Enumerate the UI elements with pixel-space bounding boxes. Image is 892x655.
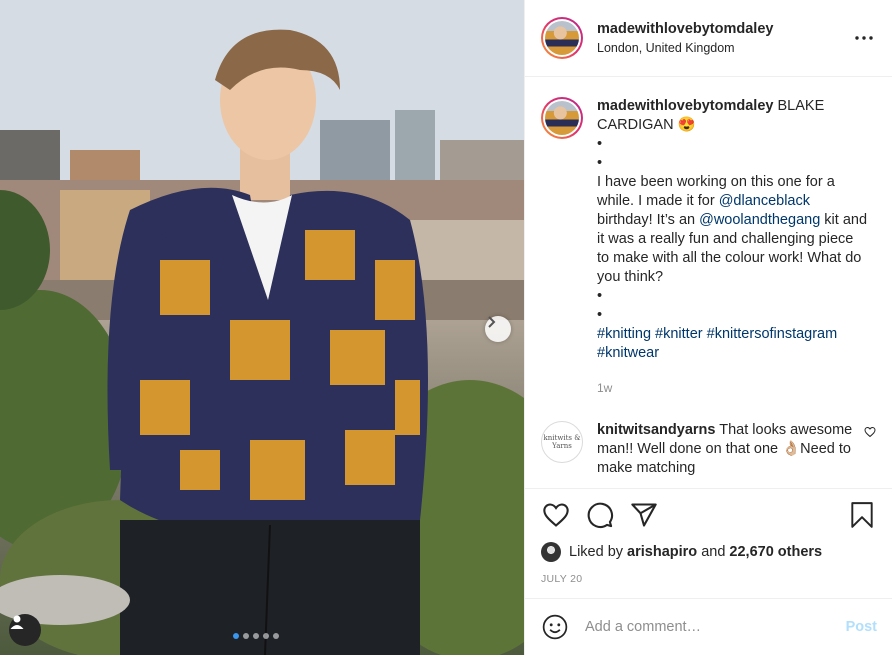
commenter-avatar[interactable]: knitwits & Yarns [541, 421, 583, 463]
user-tag-button[interactable] [9, 614, 41, 646]
comments-list[interactable]: madewithlovebytomdaley BLAKE CARDIGAN 😍 … [525, 77, 892, 488]
caption-timestamp[interactable]: 1w [597, 379, 869, 398]
carousel-dot [243, 633, 249, 639]
chevron-right-icon [488, 316, 496, 328]
post-location[interactable]: London, United Kingdom [597, 41, 852, 55]
more-options-button[interactable] [852, 26, 876, 50]
comment-like-button[interactable] [864, 425, 876, 478]
caption-author-avatar[interactable] [541, 97, 583, 139]
mention-link[interactable]: @woolandthegang [699, 212, 820, 228]
likes-count-link[interactable]: 22,670 others [729, 544, 822, 560]
emoji-icon [542, 614, 568, 640]
carousel-dot [273, 633, 279, 639]
photo-illustration [0, 0, 524, 655]
bookmark-icon [851, 502, 873, 528]
post-date[interactable]: JULY 20 [541, 573, 877, 585]
caption-username[interactable]: madewithlovebytomdaley [597, 98, 773, 114]
post-side-panel: madewithlovebytomdaley London, United Ki… [524, 0, 892, 655]
like-button[interactable] [541, 500, 571, 530]
likes-prefix: Liked by [569, 544, 624, 560]
caption-bullet: • [597, 288, 603, 304]
carousel-indicator [233, 633, 279, 639]
hashtag-link[interactable]: #knitwear [597, 345, 659, 361]
post-actions: Liked by arishapiro and 22,670 others JU… [525, 488, 892, 585]
likes-summary: Liked by arishapiro and 22,670 others [541, 541, 877, 563]
author-avatar[interactable] [541, 17, 583, 59]
hashtag-link[interactable]: #knitting [597, 326, 651, 342]
hashtag-link[interactable]: #knitter [655, 326, 703, 342]
comment-button[interactable] [585, 500, 615, 530]
post-comment-button[interactable]: Post [846, 619, 877, 635]
caption-text: birthday! It’s an [597, 212, 696, 228]
ellipsis-icon [855, 36, 873, 40]
share-button[interactable] [629, 500, 659, 530]
user-tag-icon [10, 615, 24, 629]
instagram-post: madewithlovebytomdaley London, United Ki… [0, 0, 892, 655]
caption-bullet: • [597, 155, 603, 171]
heart-icon [864, 426, 876, 438]
add-comment-bar: Post [525, 598, 892, 655]
carousel-dot [263, 633, 269, 639]
mention-link[interactable]: @dlanceblack [719, 193, 810, 209]
carousel-dot [253, 633, 259, 639]
hashtag-link[interactable]: #knittersofinstagram [707, 326, 838, 342]
likes-and: and [701, 544, 726, 560]
comment-icon [587, 502, 613, 528]
liker-avatar[interactable] [541, 542, 561, 562]
comment-item: knitwits & Yarns knitwitsandyarns That l… [541, 421, 876, 478]
carousel-dot [233, 633, 239, 639]
post-caption: madewithlovebytomdaley BLAKE CARDIGAN 😍 … [541, 97, 876, 398]
comment-input[interactable] [585, 619, 846, 635]
heart-icon [543, 503, 569, 527]
author-username[interactable]: madewithlovebytomdaley [597, 21, 852, 37]
post-header: madewithlovebytomdaley London, United Ki… [525, 0, 892, 77]
commenter-username[interactable]: knitwitsandyarns [597, 422, 715, 438]
share-icon [631, 503, 657, 527]
caption-bullet: • [597, 307, 603, 323]
caption-bullet: • [597, 136, 603, 152]
post-photo[interactable] [0, 0, 524, 655]
carousel-next-button[interactable] [485, 316, 511, 342]
save-button[interactable] [847, 500, 877, 530]
liker-username[interactable]: arishapiro [627, 544, 697, 560]
emoji-picker-button[interactable] [541, 613, 569, 641]
